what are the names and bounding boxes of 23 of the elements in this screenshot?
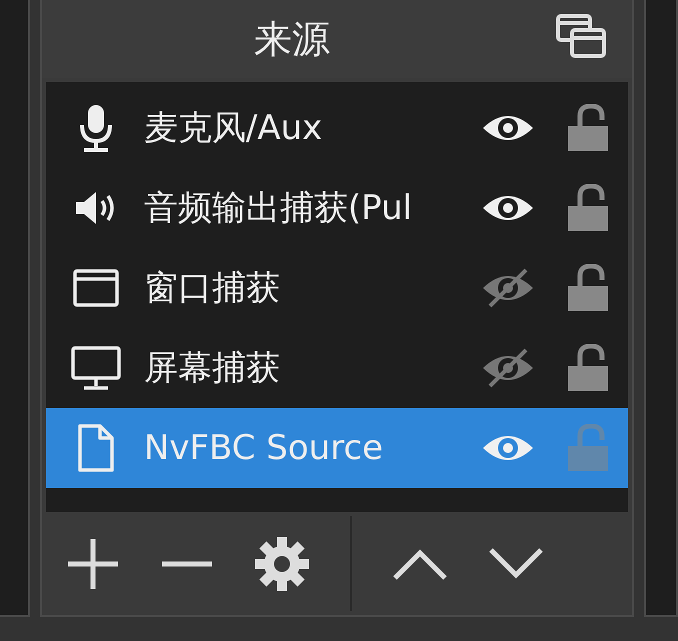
source-item[interactable]: 音频输出捕获(Pul <box>46 168 628 248</box>
source-name: NvFBC Source <box>142 428 384 468</box>
undock-icon[interactable] <box>556 14 606 58</box>
source-name: 麦克风/Aux <box>142 107 324 150</box>
unlocked-icon[interactable] <box>566 264 610 312</box>
move-up-icon[interactable] <box>392 546 448 580</box>
move-down-icon[interactable] <box>488 546 544 580</box>
source-item[interactable]: 麦克风/Aux <box>46 88 628 168</box>
source-name: 窗口捕获 <box>142 267 281 310</box>
source-item[interactable]: 窗口捕获 <box>46 248 628 328</box>
window-icon <box>72 268 120 308</box>
unlocked-icon[interactable] <box>566 104 610 152</box>
file-icon <box>76 423 116 473</box>
panel-title: 来源 <box>254 16 330 62</box>
monitor-icon <box>70 345 122 391</box>
source-name: 音频输出捕获(Pul <box>142 187 414 230</box>
source-item[interactable]: 屏幕捕获 <box>46 328 628 408</box>
unlocked-icon[interactable] <box>566 184 610 232</box>
unlocked-icon[interactable] <box>566 344 610 392</box>
remove-icon[interactable] <box>160 558 214 568</box>
settings-icon[interactable] <box>254 536 310 592</box>
source-name: 屏幕捕获 <box>142 347 281 390</box>
add-icon[interactable] <box>66 536 120 590</box>
